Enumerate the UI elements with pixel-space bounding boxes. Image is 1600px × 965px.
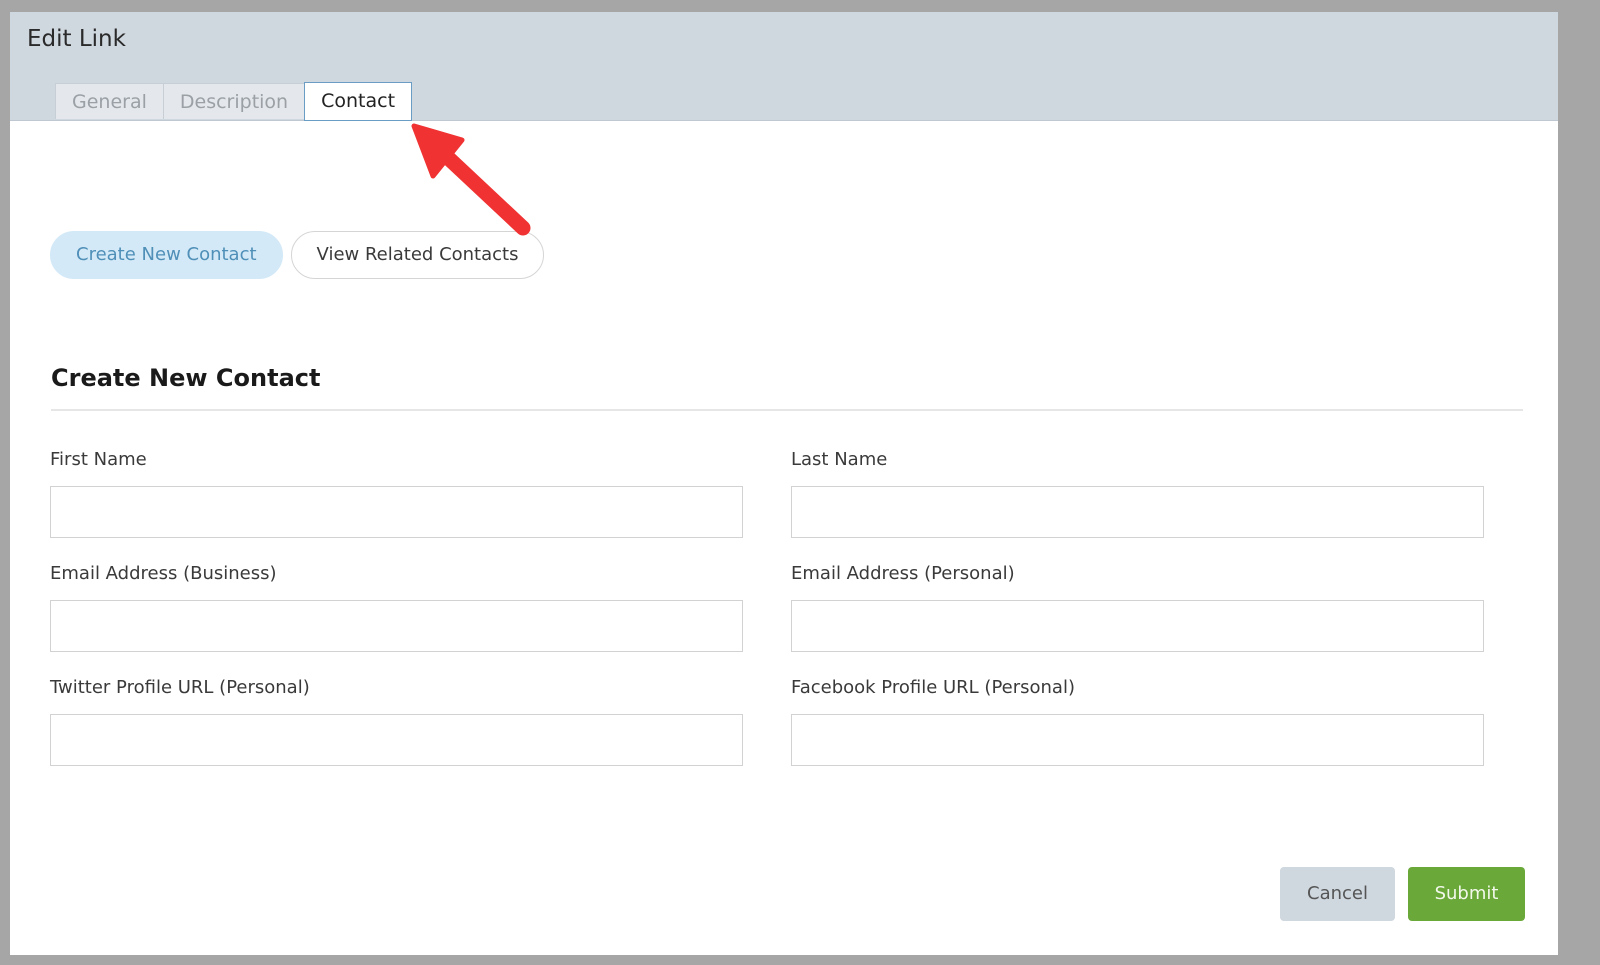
dialog-header: Edit Link General Description Contact: [10, 12, 1558, 121]
tab-general[interactable]: General: [55, 83, 164, 119]
section-divider: [51, 409, 1523, 411]
view-related-contacts-button[interactable]: View Related Contacts: [290, 231, 545, 279]
email-personal-input[interactable]: [791, 600, 1484, 652]
email-personal-label: Email Address (Personal): [791, 563, 1015, 584]
first-name-label: First Name: [50, 449, 147, 470]
last-name-input[interactable]: [791, 486, 1484, 538]
cancel-button[interactable]: Cancel: [1280, 867, 1395, 921]
twitter-url-label: Twitter Profile URL (Personal): [50, 677, 310, 698]
contact-action-toggle: Create New Contact View Related Contacts: [50, 231, 545, 279]
create-new-contact-button[interactable]: Create New Contact: [50, 231, 283, 279]
dialog-title: Edit Link: [27, 26, 126, 52]
edit-link-dialog: Edit Link General Description Contact Cr…: [10, 12, 1558, 955]
last-name-label: Last Name: [791, 449, 888, 470]
tab-contact[interactable]: Contact: [304, 82, 413, 121]
tab-bar: General Description Contact: [55, 82, 413, 121]
submit-button[interactable]: Submit: [1408, 867, 1525, 921]
first-name-input[interactable]: [50, 486, 743, 538]
email-business-label: Email Address (Business): [50, 563, 277, 584]
facebook-url-label: Facebook Profile URL (Personal): [791, 677, 1075, 698]
facebook-url-input[interactable]: [791, 714, 1484, 766]
tab-description[interactable]: Description: [162, 83, 306, 119]
email-business-input[interactable]: [50, 600, 743, 652]
section-title: Create New Contact: [51, 364, 321, 392]
twitter-url-input[interactable]: [50, 714, 743, 766]
